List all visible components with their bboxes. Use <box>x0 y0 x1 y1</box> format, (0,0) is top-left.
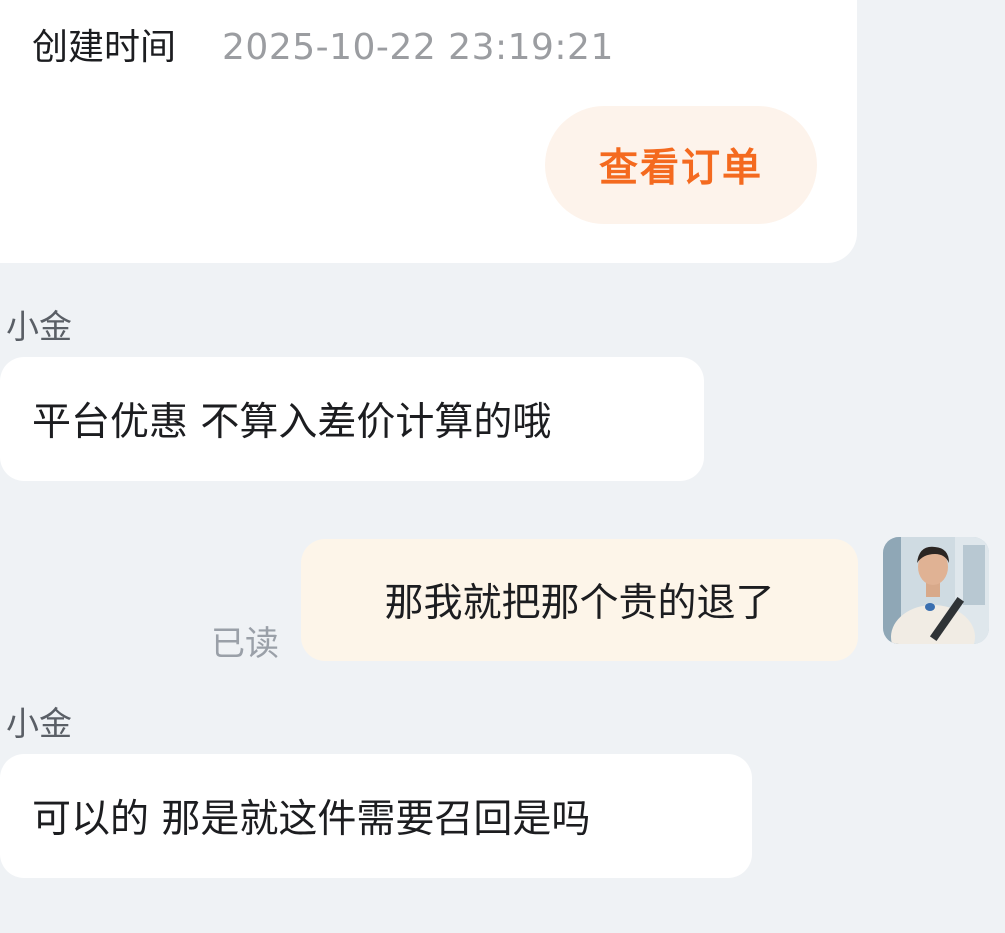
message-bubble-incoming[interactable]: 平台优惠 不算入差价计算的哦 <box>0 357 704 481</box>
view-order-button[interactable]: 查看订单 <box>545 106 817 224</box>
avatar[interactable] <box>883 537 989 644</box>
order-created-row: 创建时间 2025-10-22 23:19:21 <box>32 18 614 70</box>
user-photo-icon <box>883 537 989 644</box>
sender-name: 小金 <box>6 307 72 346</box>
read-status: 已读 <box>211 624 279 664</box>
order-created-label: 创建时间 <box>32 27 177 68</box>
sender-name: 小金 <box>6 704 72 743</box>
message-bubble-incoming[interactable]: 可以的 那是就这件需要召回是吗 <box>0 754 752 878</box>
message-bubble-outgoing[interactable]: 那我就把那个贵的退了 <box>301 539 858 661</box>
order-card: 创建时间 2025-10-22 23:19:21 查看订单 <box>0 0 857 263</box>
order-created-time: 2025-10-22 23:19:21 <box>222 27 614 68</box>
